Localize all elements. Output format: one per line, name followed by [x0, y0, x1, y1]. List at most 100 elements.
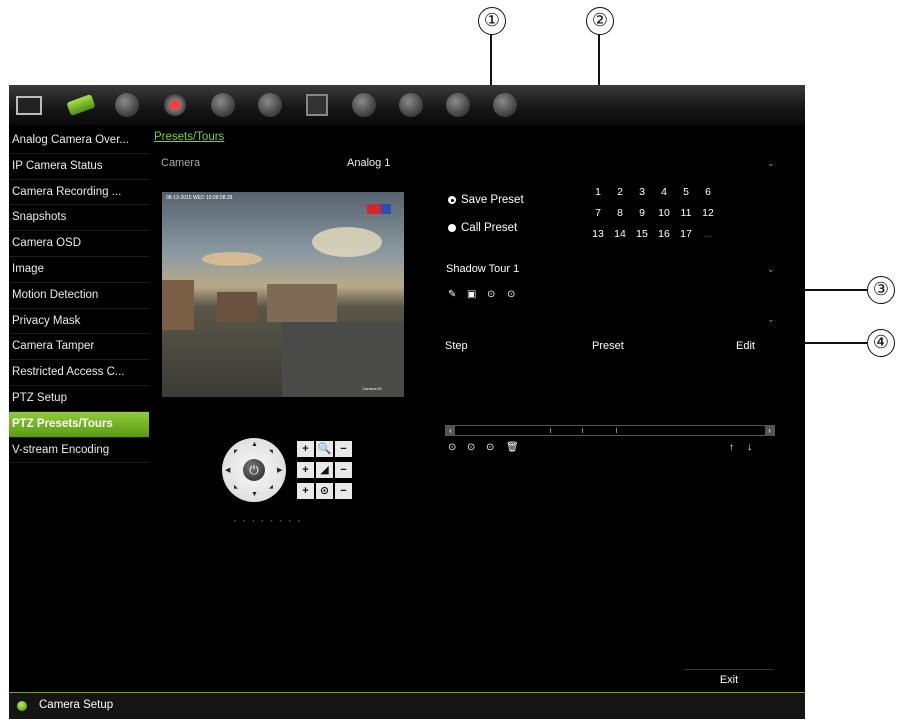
exit-button[interactable]: Exit	[684, 669, 774, 690]
record-icon[interactable]	[161, 91, 189, 119]
chevron-down-icon[interactable]: ⌄	[767, 264, 775, 275]
move-down-icon[interactable]: ↓	[747, 442, 752, 453]
sidebar: Analog Camera Over... IP Camera Status C…	[9, 128, 149, 464]
save-preset-radio[interactable]	[448, 196, 456, 204]
cloud-shape	[202, 252, 262, 266]
tour-select[interactable]: Shadow Tour 1	[446, 263, 519, 275]
sidebar-item-privacy-mask[interactable]: Privacy Mask	[9, 309, 149, 335]
preset-2[interactable]: 2	[611, 186, 629, 198]
call-preset-label: Call Preset	[461, 222, 518, 234]
sidebar-item-ptz-setup[interactable]: PTZ Setup	[9, 386, 149, 412]
sidebar-item-restricted-access[interactable]: Restricted Access C...	[9, 360, 149, 386]
arrow-down-left-icon[interactable]: ◣	[234, 484, 238, 490]
network-icon[interactable]	[113, 91, 141, 119]
move-up-icon[interactable]: ↑	[729, 442, 734, 453]
sidebar-item-camera-tamper[interactable]: Camera Tamper	[9, 334, 149, 361]
video-preview: 08-13-2015 WED 10:08:08.28 Camera 01	[162, 192, 404, 397]
zoom-magnifier-icon: 🔍	[316, 441, 333, 457]
preset-6[interactable]: 6	[699, 186, 717, 198]
preset-5[interactable]: 5	[677, 186, 695, 198]
camera-select[interactable]: Analog 1	[347, 157, 390, 169]
edit-pencil-icon[interactable]: ✎	[448, 289, 456, 300]
sidebar-item-motion-detection[interactable]: Motion Detection	[9, 283, 149, 309]
camera-icon[interactable]	[66, 91, 96, 119]
preset-14[interactable]: 14	[611, 228, 629, 240]
preset-1[interactable]: 1	[589, 186, 607, 198]
callout-3: ③	[867, 276, 895, 304]
ptz-direction-pad[interactable]: ▲ ▼ ◀ ▶ ◤ ◥ ◣ ◢ ⏻	[222, 438, 286, 502]
monitor-icon[interactable]	[15, 91, 43, 119]
call-preset-radio[interactable]	[448, 224, 456, 232]
arrow-down-right-icon[interactable]: ◢	[269, 484, 273, 490]
focus-near-button[interactable]: +	[297, 462, 314, 478]
system-icon[interactable]	[397, 91, 425, 119]
road-shape	[282, 322, 404, 397]
preset-7[interactable]: 7	[589, 207, 607, 219]
blue-flag-icon	[381, 204, 391, 214]
call-preset-option[interactable]: Call Preset	[448, 222, 517, 234]
zoom-in-button[interactable]: +	[297, 441, 314, 457]
sidebar-item-camera-recording[interactable]: Camera Recording ...	[9, 180, 149, 206]
preset-8[interactable]: 8	[611, 207, 629, 219]
sidebar-item-analog-camera-overview[interactable]: Analog Camera Over...	[9, 128, 149, 154]
insert-step-icon[interactable]: ⊙	[467, 442, 475, 453]
arrow-up-icon[interactable]: ▲	[251, 441, 258, 448]
column-preset: Preset	[592, 340, 624, 352]
schedule-icon[interactable]	[303, 91, 331, 119]
preset-13[interactable]: 13	[589, 228, 607, 240]
sidebar-item-ptz-presets-tours[interactable]: PTZ Presets/Tours	[9, 411, 149, 438]
save-preset-option[interactable]: Save Preset	[448, 194, 524, 206]
arrow-down-icon[interactable]: ▼	[251, 491, 258, 498]
preset-17[interactable]: 17	[677, 228, 695, 240]
preset-15[interactable]: 15	[633, 228, 651, 240]
arrow-up-right-icon[interactable]: ◥	[269, 449, 273, 455]
iris-open-button[interactable]: +	[297, 483, 314, 499]
sidebar-item-image[interactable]: Image	[9, 257, 149, 283]
disk-icon[interactable]	[444, 91, 472, 119]
stop-icon[interactable]: ⊙	[507, 289, 515, 300]
sidebar-item-camera-osd[interactable]: Camera OSD	[9, 231, 149, 257]
preset-11[interactable]: 11	[677, 207, 695, 219]
breadcrumb[interactable]: Presets/Tours	[154, 131, 224, 143]
preset-3[interactable]: 3	[633, 186, 651, 198]
edit-step-icon[interactable]: ⊙	[486, 442, 494, 453]
sidebar-item-v-stream-encoding[interactable]: V-stream Encoding	[9, 438, 149, 464]
auto-scan-power-icon[interactable]: ⏻	[243, 459, 265, 481]
column-step: Step	[445, 340, 468, 352]
callout-2: ②	[586, 7, 614, 35]
user-icon[interactable]	[350, 91, 378, 119]
focus-far-button[interactable]: −	[335, 462, 352, 478]
iris-close-button[interactable]: −	[335, 483, 352, 499]
alarm-icon[interactable]	[209, 91, 237, 119]
status-bar: Camera Setup	[9, 692, 805, 719]
sidebar-item-ip-camera-status[interactable]: IP Camera Status	[9, 154, 149, 180]
preset-9[interactable]: 9	[633, 207, 651, 219]
add-step-icon[interactable]: ⊙	[448, 442, 456, 453]
arrow-up-left-icon[interactable]: ◤	[234, 449, 238, 455]
scroll-right-icon[interactable]: ›	[765, 426, 774, 435]
scroll-left-icon[interactable]: ‹	[446, 426, 455, 435]
arrow-left-icon[interactable]: ◀	[225, 466, 230, 474]
device-icon[interactable]	[491, 91, 519, 119]
preset-4[interactable]: 4	[655, 186, 673, 198]
building-shape	[217, 292, 257, 322]
preset-10[interactable]: 10	[655, 207, 673, 219]
save-disk-icon[interactable]: ▣	[467, 289, 476, 300]
ptz-speed-slider[interactable]: ••••••••	[234, 519, 307, 525]
timeline-tick	[582, 428, 583, 433]
arrow-right-icon[interactable]: ▶	[277, 466, 282, 474]
save-preset-label: Save Preset	[461, 194, 524, 206]
red-flag-icon	[367, 204, 381, 214]
delete-trash-icon[interactable]: 🗑	[506, 442, 519, 453]
chevron-down-icon[interactable]: ⌄	[767, 158, 775, 169]
zoom-out-button[interactable]: −	[335, 441, 352, 457]
focus-icon: ◢	[316, 462, 333, 478]
preset-12[interactable]: 12	[699, 207, 717, 219]
chevron-down-icon[interactable]: ⌄	[767, 314, 775, 325]
hdd-icon[interactable]	[256, 91, 284, 119]
sidebar-item-snapshots[interactable]: Snapshots	[9, 205, 149, 232]
preset-more[interactable]: ...	[699, 228, 717, 240]
play-icon[interactable]: ⊙	[487, 289, 495, 300]
preset-16[interactable]: 16	[655, 228, 673, 240]
tour-timeline[interactable]: ‹ ›	[445, 425, 775, 436]
